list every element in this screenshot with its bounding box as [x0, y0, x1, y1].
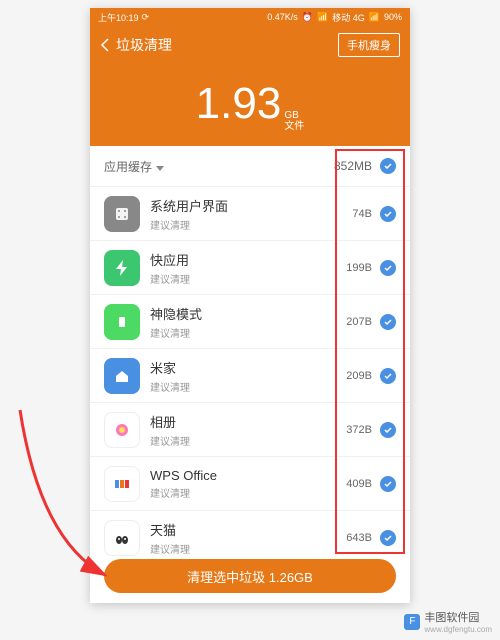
app-name: 天猫	[150, 520, 346, 539]
app-icon	[104, 412, 140, 448]
app-checkbox[interactable]	[380, 368, 396, 384]
app-hint: 建议清理	[150, 379, 346, 394]
section-total: 852MB	[334, 159, 372, 173]
app-name: 系统用户界面	[150, 196, 352, 215]
status-carrier: 移动 4G	[332, 11, 365, 24]
app-text: 相册建议清理	[150, 412, 346, 448]
app-name: 神隐模式	[150, 304, 346, 323]
status-speed: 0.47K/s	[267, 12, 298, 22]
app-name: 米家	[150, 358, 346, 377]
watermark: F 丰图软件园 www.dgfengtu.com	[404, 609, 492, 634]
signal-icon: 📶	[369, 12, 380, 23]
app-checkbox[interactable]	[380, 260, 396, 276]
app-hint: 建议清理	[150, 485, 346, 500]
list-scroll[interactable]: 应用缓存 852MB 系统用户界面建议清理74B快应用建议清理199B神隐模式建…	[90, 146, 410, 561]
watermark-url: www.dgfengtu.com	[424, 625, 492, 634]
phone-slim-button[interactable]: 手机瘦身	[338, 33, 400, 57]
wifi-icon: 📶	[317, 12, 328, 23]
app-checkbox[interactable]	[380, 476, 396, 492]
chevron-down-icon	[156, 166, 164, 171]
phone-frame: 上午10:19 ⟳ 0.47K/s ⏰ 📶 移动 4G 📶 90% 垃圾清理 手…	[90, 8, 410, 603]
app-checkbox[interactable]	[380, 206, 396, 222]
watermark-logo-icon: F	[404, 614, 420, 630]
app-text: WPS Office 建议清理	[150, 468, 346, 500]
app-hint: 建议清理	[150, 271, 346, 286]
app-icon	[104, 466, 140, 502]
app-row[interactable]: 神隐模式建议清理207B	[90, 294, 410, 348]
back-icon	[100, 38, 110, 52]
header: 垃圾清理 手机瘦身	[90, 26, 410, 64]
app-row[interactable]: 米家建议清理209B	[90, 348, 410, 402]
app-checkbox[interactable]	[380, 530, 396, 546]
app-name: 快应用	[150, 250, 346, 269]
app-icon	[104, 250, 140, 286]
back-button[interactable]: 垃圾清理	[100, 35, 172, 55]
app-size: 643B	[346, 532, 372, 544]
app-row[interactable]: 相册建议清理372B	[90, 402, 410, 456]
app-row[interactable]: 系统用户界面建议清理74B	[90, 186, 410, 240]
app-checkbox[interactable]	[380, 422, 396, 438]
app-name: WPS Office	[150, 468, 346, 483]
app-row[interactable]: 快应用建议清理199B	[90, 240, 410, 294]
app-hint: 建议清理	[150, 325, 346, 340]
header-title: 垃圾清理	[116, 35, 172, 55]
app-size: 74B	[352, 208, 372, 220]
app-size: 209B	[346, 370, 372, 382]
status-battery: 90%	[384, 12, 402, 22]
app-icon	[104, 304, 140, 340]
app-hint: 建议清理	[150, 433, 346, 448]
app-name: 相册	[150, 412, 346, 431]
clean-button[interactable]: 清理选中垃圾 1.26GB	[104, 559, 396, 593]
total-sub: 文件	[284, 121, 304, 132]
app-text: 快应用建议清理	[150, 250, 346, 286]
section-checkbox[interactable]	[380, 158, 396, 174]
total-junk: 1.93 GB 文件	[90, 64, 410, 146]
section-title: 应用缓存	[104, 160, 152, 174]
app-size: 409B	[346, 478, 372, 490]
app-size: 199B	[346, 262, 372, 274]
app-text: 米家建议清理	[150, 358, 346, 394]
alarm-icon: ⏰	[302, 12, 313, 23]
app-text: 系统用户界面建议清理	[150, 196, 352, 232]
app-text: 神隐模式建议清理	[150, 304, 346, 340]
app-icon	[104, 358, 140, 394]
app-row[interactable]: WPS Office 建议清理409B	[90, 456, 410, 510]
status-bar: 上午10:19 ⟳ 0.47K/s ⏰ 📶 移动 4G 📶 90%	[90, 8, 410, 26]
app-icon	[104, 196, 140, 232]
total-unit: GB	[284, 110, 304, 121]
watermark-name: 丰图软件园	[424, 609, 492, 625]
sync-icon: ⟳	[142, 12, 150, 23]
total-value: 1.93	[196, 79, 282, 129]
app-size: 372B	[346, 424, 372, 436]
app-text: 天猫建议清理	[150, 520, 346, 556]
app-icon	[104, 520, 140, 556]
app-hint: 建议清理	[150, 217, 352, 232]
app-size: 207B	[346, 316, 372, 328]
app-row[interactable]: 天猫建议清理643B	[90, 510, 410, 561]
status-time: 上午10:19	[98, 11, 139, 24]
app-hint: 建议清理	[150, 541, 346, 556]
app-checkbox[interactable]	[380, 314, 396, 330]
section-header[interactable]: 应用缓存 852MB	[90, 146, 410, 186]
